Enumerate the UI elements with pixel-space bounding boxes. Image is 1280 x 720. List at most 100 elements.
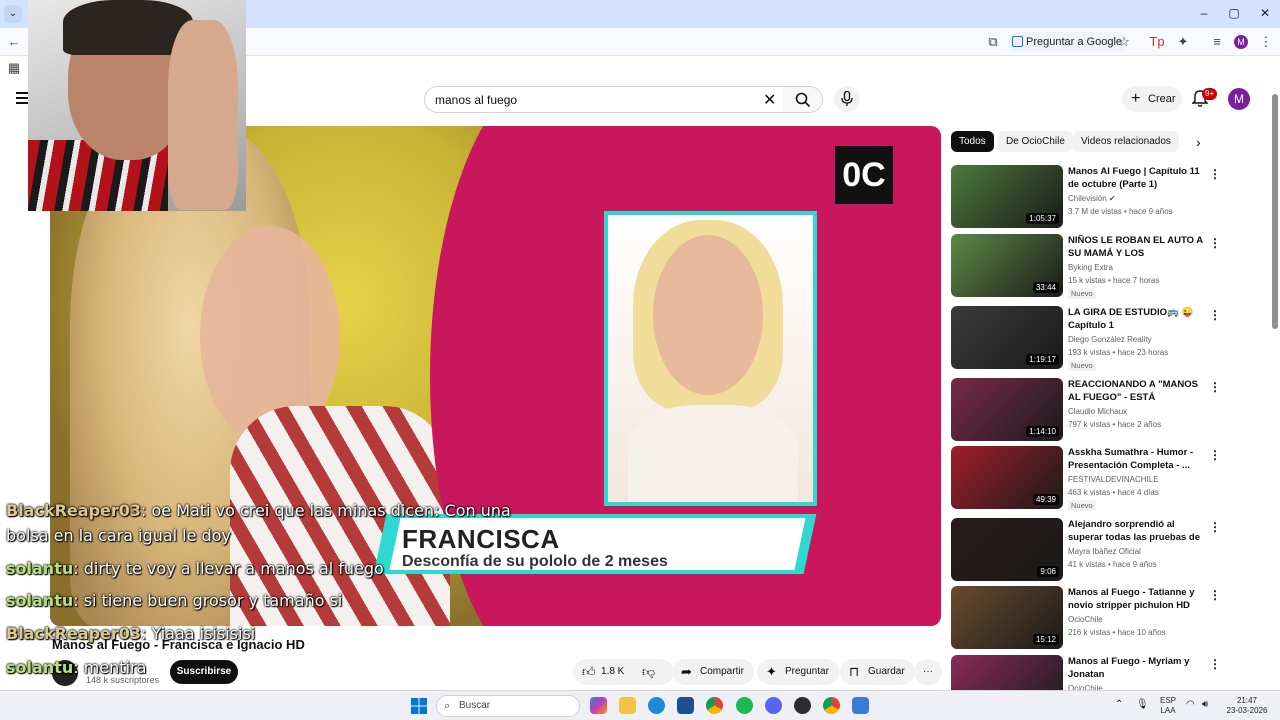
cast-icon[interactable]: ⧉ xyxy=(985,34,1001,50)
wifi-icon[interactable]: ◠ xyxy=(1186,700,1195,710)
app-icon[interactable] xyxy=(794,697,811,714)
back-arrow-icon[interactable]: ← xyxy=(6,34,22,50)
recommended-video[interactable]: 1:14:10 REACCIONANDO A "MANOS AL FUEGO" -… xyxy=(951,378,1221,444)
recommended-video[interactable]: 33:44 NIÑOS LE ROBAN EL AUTO A SU MAMÁ Y … xyxy=(951,234,1221,300)
video-duration: 15:12 xyxy=(1032,634,1059,645)
video-title-link[interactable]: LA GIRA DE ESTUDIO🚌 😜 Capítulo 1 xyxy=(1068,306,1205,332)
page-scrollbar[interactable] xyxy=(1272,84,1278,686)
channel-name[interactable]: Mayra Ibáñez Oficial xyxy=(1068,547,1141,556)
chip-de-ociochile[interactable]: De OcioChile xyxy=(998,131,1073,152)
clear-search-icon[interactable]: ✕ xyxy=(763,90,776,110)
search-button[interactable] xyxy=(783,86,823,113)
chat-message: bolsa en la cara igual le doy xyxy=(6,526,231,545)
store-icon[interactable] xyxy=(677,697,694,714)
video-title-link[interactable]: Manos al Fuego - Tatianne y novio stripp… xyxy=(1068,586,1205,612)
recommended-video[interactable]: 9:06 Alejandro sorprendió al superar toda… xyxy=(951,518,1221,584)
dislike-button[interactable]: 👎︎ xyxy=(633,659,663,685)
more-options-icon[interactable]: ⋮ xyxy=(1209,380,1221,394)
chip-videos-relacionados[interactable]: Videos relacionados xyxy=(1073,131,1179,152)
create-label: Crear xyxy=(1148,93,1176,105)
recommended-video[interactable]: 49:39 Asskha Sumathra - Humor - Presentac… xyxy=(951,446,1221,512)
spotify-icon[interactable] xyxy=(736,697,753,714)
video-title-link[interactable]: REACCIONANDO A "MANOS AL FUEGO" - ESTÁ E… xyxy=(1068,378,1205,404)
chrome-icon[interactable] xyxy=(706,697,723,714)
more-options-icon[interactable]: ⋮ xyxy=(1209,448,1221,462)
recommended-video[interactable]: 15:12 Manos al Fuego - Tatianne y novio s… xyxy=(951,586,1221,652)
video-thumbnail[interactable]: 1:14:10 xyxy=(951,378,1063,441)
apps-grid-icon[interactable]: ▦ xyxy=(6,60,22,76)
channel-name[interactable]: FESTIVALDEVINACHILE xyxy=(1068,475,1159,484)
more-actions-button[interactable]: ··· xyxy=(914,659,942,685)
voice-search-button[interactable] xyxy=(834,86,860,112)
more-options-icon[interactable]: ⋮ xyxy=(1209,167,1221,181)
video-thumbnail[interactable]: 9:06 xyxy=(951,518,1063,581)
edge-icon[interactable] xyxy=(648,697,665,714)
save-button[interactable]: ⊓ Guardar xyxy=(840,659,915,685)
video-duration: 49:39 xyxy=(1032,494,1059,505)
video-duration: 33:44 xyxy=(1032,282,1059,293)
volume-icon[interactable]: 🔊︎ xyxy=(1202,700,1208,710)
minimize-icon[interactable]: – xyxy=(1197,6,1211,20)
chat-message: BlackReaper03: Yiaaa isisisisi xyxy=(6,624,255,643)
video-views-age: 193 k vistas • hace 23 horas xyxy=(1068,348,1169,357)
video-thumbnail[interactable]: 15:12 xyxy=(951,586,1063,649)
windows-start-icon[interactable] xyxy=(411,698,427,714)
account-avatar[interactable]: M xyxy=(1228,88,1250,110)
video-title-link[interactable]: Alejandro sorprendió al superar todas la… xyxy=(1068,518,1205,544)
screen: ⌄ – ▢ ✕ ← ⧉ Preguntar a Google ☆ Tp ✦ ≡ … xyxy=(0,0,1280,720)
copilot-icon[interactable] xyxy=(590,697,607,714)
file-explorer-icon[interactable] xyxy=(619,697,636,714)
video-title-link[interactable]: Manos al Fuego - Myriam y Jonatan xyxy=(1068,655,1205,681)
maximize-icon[interactable]: ▢ xyxy=(1227,6,1241,20)
new-badge: Nuevo xyxy=(1068,500,1096,511)
video-thumbnail[interactable]: 49:39 xyxy=(951,446,1063,509)
more-options-icon[interactable]: ⋮ xyxy=(1209,236,1221,250)
subscribe-button[interactable]: Suscribirse xyxy=(170,660,238,684)
chips-next-arrow-icon[interactable]: › xyxy=(1196,134,1201,150)
reading-list-icon[interactable]: ≡ xyxy=(1209,34,1225,50)
scrollbar-thumb[interactable] xyxy=(1272,94,1278,329)
chrome-menu-icon[interactable]: ⋮ xyxy=(1258,34,1274,50)
share-button[interactable]: ➦ Compartir xyxy=(672,659,754,685)
clock[interactable]: 21:47 23-03-2026 xyxy=(1222,696,1272,716)
chrome-profile-icon[interactable] xyxy=(823,697,840,714)
keyboard-language[interactable]: ESP LAA xyxy=(1158,696,1178,716)
channel-name[interactable]: Byking Extra xyxy=(1068,263,1113,272)
more-options-icon[interactable]: ⋮ xyxy=(1209,520,1221,534)
shield-app-icon[interactable] xyxy=(852,697,869,714)
more-options-icon[interactable]: ⋮ xyxy=(1209,657,1221,671)
video-title-link[interactable]: Manos Al Fuego | Capítulo 11 de octubre … xyxy=(1068,165,1205,191)
channel-name[interactable]: Diego González Reality xyxy=(1068,335,1152,344)
video-title-link[interactable]: Asskha Sumathra - Humor - Presentación C… xyxy=(1068,446,1205,472)
recommended-video[interactable]: 1:19:17 LA GIRA DE ESTUDIO🚌 😜 Capítulo 1 D… xyxy=(951,306,1221,372)
chat-text: bolsa en la cara igual le doy xyxy=(6,526,231,545)
channel-name[interactable]: OcioChile xyxy=(1068,615,1103,624)
chip-todos[interactable]: Todos xyxy=(951,131,994,152)
recommended-video[interactable]: 1:05:37 Manos Al Fuego | Capítulo 11 de o… xyxy=(951,165,1221,231)
bookmark-star-icon[interactable]: ☆ xyxy=(1116,34,1132,50)
search-input[interactable]: manos al fuego ✕ xyxy=(424,86,784,113)
channel-name[interactable]: Chilevisión ✔ xyxy=(1068,194,1116,203)
tab-search-icon[interactable]: ⌄ xyxy=(4,5,22,23)
chat-separator: : xyxy=(73,658,84,677)
taskbar-search-box[interactable]: ⌕ Buscar xyxy=(436,695,580,717)
microphone-tray-icon[interactable]: 🎙︎ xyxy=(1136,700,1149,710)
more-options-icon[interactable]: ⋮ xyxy=(1209,308,1221,322)
thumbs-up-icon: 👍︎ xyxy=(582,664,596,679)
more-options-icon[interactable]: ⋮ xyxy=(1209,588,1221,602)
extension-icon[interactable]: Tp xyxy=(1149,34,1165,50)
discord-icon[interactable] xyxy=(765,697,782,714)
create-button[interactable]: + Crear xyxy=(1122,86,1182,112)
ask-button[interactable]: ✦ Preguntar xyxy=(757,659,839,685)
video-title-link[interactable]: NIÑOS LE ROBAN EL AUTO A SU MAMÁ Y LOS D… xyxy=(1068,234,1205,260)
close-window-icon[interactable]: ✕ xyxy=(1258,6,1272,20)
tray-chevron-icon[interactable]: ⌃ xyxy=(1115,700,1123,710)
video-thumbnail[interactable]: 1:05:37 xyxy=(951,165,1063,228)
extensions-puzzle-icon[interactable]: ✦ xyxy=(1175,34,1191,50)
chat-username: solantu xyxy=(6,658,74,677)
video-thumbnail[interactable]: 1:19:17 xyxy=(951,306,1063,369)
channel-name[interactable]: Claudio Michaux xyxy=(1068,407,1127,416)
video-thumbnail[interactable]: 33:44 xyxy=(951,234,1063,297)
ask-google-button[interactable]: Preguntar a Google xyxy=(1008,32,1129,52)
browser-profile-avatar[interactable]: M xyxy=(1234,35,1248,49)
